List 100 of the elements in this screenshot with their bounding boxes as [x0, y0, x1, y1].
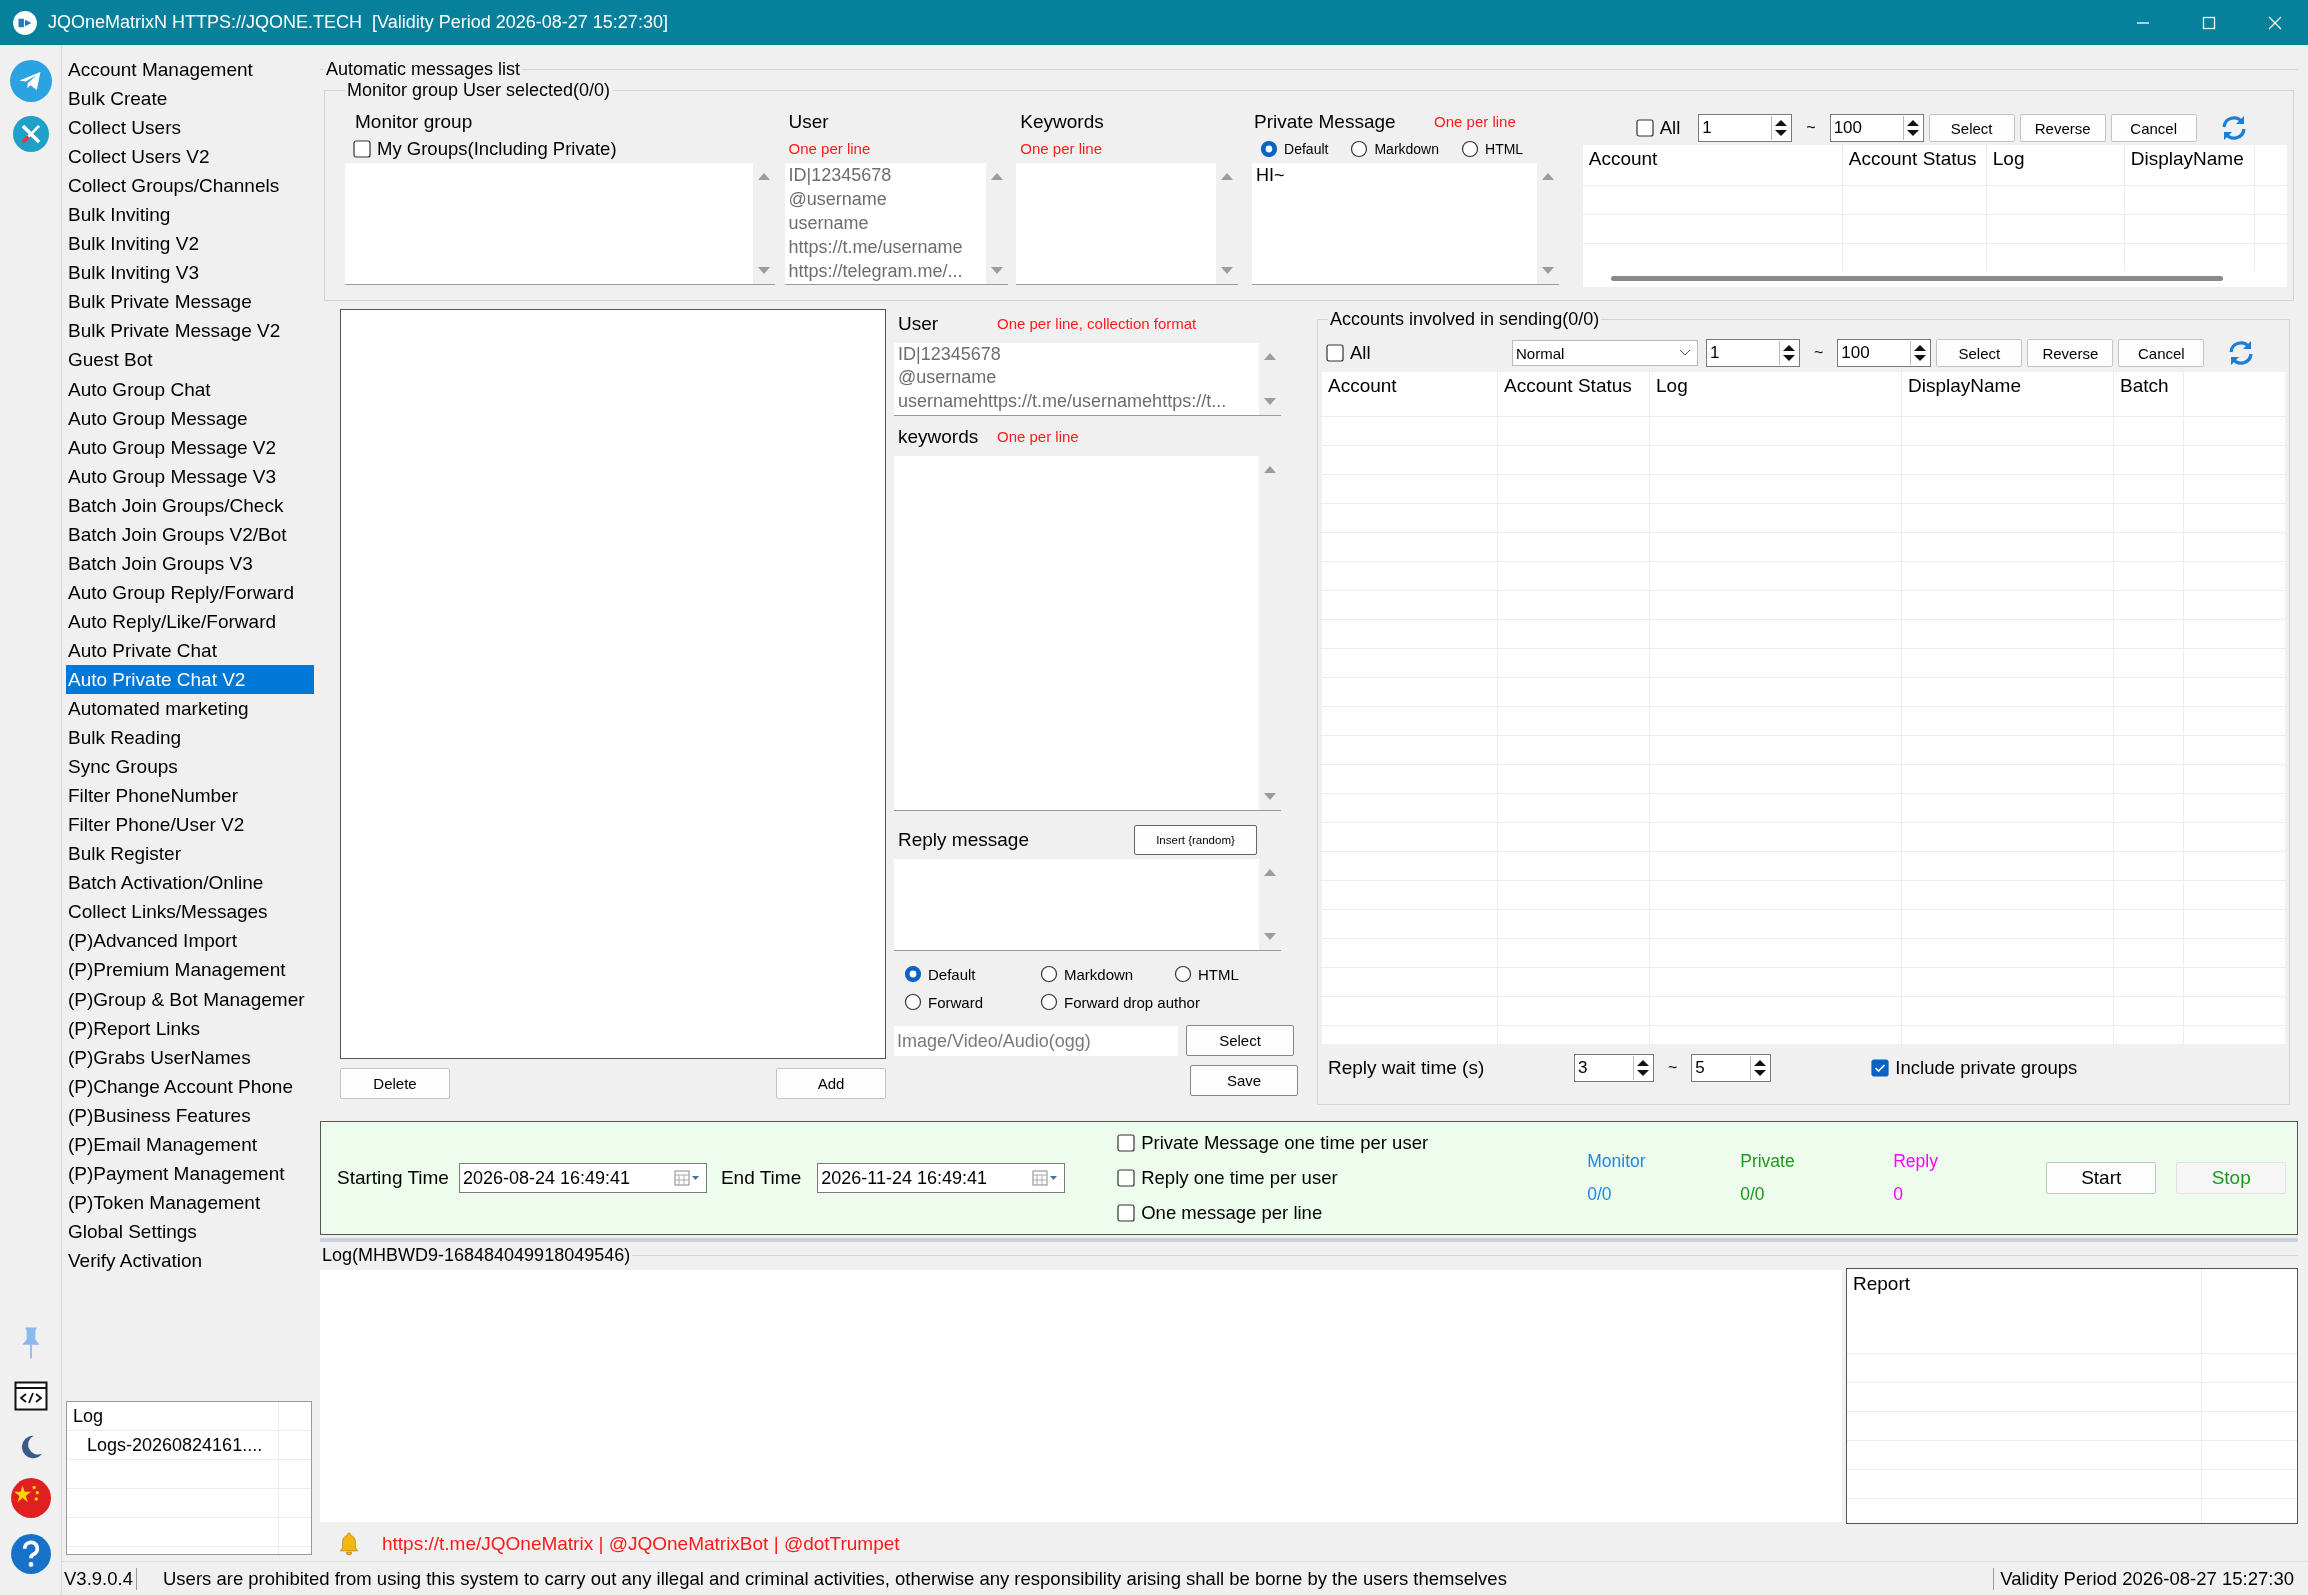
- action-button[interactable]: Select: [1928, 114, 2015, 142]
- number-field[interactable]: 5: [1691, 1054, 1772, 1082]
- sidebar-item[interactable]: Auto Group Reply/Forward: [66, 577, 314, 607]
- action-button[interactable]: Select: [1936, 339, 2023, 367]
- code-window-icon[interactable]: [13, 1381, 48, 1411]
- sidebar-item[interactable]: (P)Email Management: [66, 1129, 314, 1159]
- radio-button[interactable]: [1174, 965, 1192, 983]
- sidebar-item[interactable]: (P)Advanced Import: [66, 926, 314, 956]
- checkbox[interactable]: [1117, 1169, 1136, 1187]
- column-header[interactable]: Report: [1847, 1269, 2201, 1299]
- radio-button[interactable]: [1260, 140, 1279, 158]
- text-area[interactable]: HI~: [1252, 163, 1559, 285]
- sidebar-item[interactable]: Guest Bot: [66, 345, 314, 375]
- sidebar-item[interactable]: (P)Grabs UserNames: [66, 1042, 314, 1072]
- sidebar-item[interactable]: Auto Group Message V3: [66, 461, 314, 491]
- calendar-icon[interactable]: [1032, 1170, 1059, 1186]
- sidebar-item[interactable]: Account Management: [66, 55, 314, 85]
- number-field[interactable]: 100: [1829, 114, 1924, 142]
- column-header[interactable]: Log: [1986, 145, 2125, 185]
- paper-plane-icon[interactable]: [9, 60, 52, 102]
- column-header[interactable]: DisplayName: [1902, 372, 2114, 416]
- sidebar-item[interactable]: Auto Private Chat: [66, 635, 314, 665]
- column-header[interactable]: Account Status: [1842, 145, 1987, 185]
- column-header[interactable]: Account Status: [1498, 372, 1650, 416]
- sidebar-item[interactable]: Bulk Reading: [66, 723, 314, 753]
- checkbox[interactable]: [1117, 1204, 1136, 1222]
- action-button[interactable]: Reverse: [2027, 339, 2114, 367]
- sidebar-item[interactable]: Global Settings: [66, 1216, 314, 1246]
- sidebar-item[interactable]: Collect Groups/Channels: [66, 171, 314, 201]
- action-button[interactable]: Add: [776, 1068, 886, 1099]
- sidebar-item[interactable]: Batch Join Groups/Check: [66, 490, 314, 520]
- sidebar-item[interactable]: Bulk Inviting: [66, 200, 314, 230]
- sidebar-item[interactable]: Filter PhoneNumber: [66, 781, 314, 811]
- radio-button[interactable]: [1461, 140, 1480, 158]
- sidebar-item[interactable]: (P)Report Links: [66, 1013, 314, 1043]
- sidebar-item[interactable]: Bulk Create: [66, 84, 314, 114]
- column-header[interactable]: Account: [1582, 145, 1843, 185]
- radio-button[interactable]: [904, 965, 922, 983]
- checkbox[interactable]: [1871, 1059, 1890, 1077]
- number-field[interactable]: 1: [1698, 114, 1793, 142]
- column-header[interactable]: Account: [1322, 372, 1498, 416]
- action-button[interactable]: Start: [2046, 1162, 2157, 1194]
- sidebar-item[interactable]: Collect Users: [66, 113, 314, 143]
- action-button[interactable]: Delete: [340, 1068, 450, 1099]
- help-icon[interactable]: [9, 1533, 52, 1575]
- checkbox[interactable]: [1117, 1134, 1136, 1152]
- action-button[interactable]: Cancel: [2118, 339, 2205, 367]
- date-field[interactable]: 2026-11-24 16:49:41: [817, 1163, 1066, 1193]
- number-field[interactable]: 3: [1574, 1054, 1654, 1082]
- action-button[interactable]: Reverse: [2019, 114, 2106, 142]
- media-path-field[interactable]: Image/Video/Audio(ogg): [894, 1025, 1178, 1056]
- date-field[interactable]: 2026-08-24 16:49:41: [458, 1163, 707, 1193]
- sidebar-item[interactable]: Collect Users V2: [66, 142, 314, 172]
- number-field[interactable]: 100: [1837, 339, 1932, 367]
- flag-icon[interactable]: [9, 1477, 52, 1519]
- sidebar-item[interactable]: (P)Payment Management: [66, 1158, 314, 1188]
- sidebar-item[interactable]: Bulk Private Message: [66, 287, 314, 317]
- sidebar-item[interactable]: Bulk Inviting V3: [66, 258, 314, 288]
- column-header[interactable]: Log: [1650, 372, 1902, 416]
- radio-button[interactable]: [904, 993, 922, 1011]
- sidebar-item[interactable]: Sync Groups: [66, 752, 314, 782]
- action-button[interactable]: Cancel: [2110, 114, 2197, 142]
- radio-button[interactable]: [1350, 140, 1369, 158]
- sidebar-item[interactable]: Collect Links/Messages: [66, 897, 314, 927]
- sidebar-item[interactable]: (P)Change Account Phone: [66, 1071, 314, 1101]
- sidebar-item[interactable]: Bulk Inviting V2: [66, 229, 314, 259]
- scrollbar-thumb[interactable]: [1610, 276, 2223, 281]
- save-button[interactable]: Save: [1190, 1065, 1298, 1096]
- sidebar-item[interactable]: Verify Activation: [66, 1245, 314, 1275]
- log-list-item[interactable]: Logs-20260824161....: [67, 1431, 278, 1460]
- column-header[interactable]: DisplayName: [2124, 145, 2255, 185]
- sidebar-item[interactable]: Filter Phone/User V2: [66, 810, 314, 840]
- number-field[interactable]: 1: [1706, 339, 1800, 367]
- insert-button[interactable]: Insert {random}: [1134, 825, 1257, 855]
- sidebar-item[interactable]: Auto Group Message V2: [66, 432, 314, 462]
- checkbox[interactable]: [1635, 119, 1654, 137]
- sidebar-item[interactable]: Batch Join Groups V2/Bot: [66, 519, 314, 549]
- sidebar-item[interactable]: (P)Premium Management: [66, 955, 314, 985]
- mode-dropdown[interactable]: Normal: [1512, 340, 1698, 366]
- sidebar-item[interactable]: Automated marketing: [66, 694, 314, 724]
- sidebar-item[interactable]: (P)Business Features: [66, 1100, 314, 1130]
- text-area[interactable]: ID|12345678 @username usernamehttps://t.me/usernamehttps://t...: [894, 343, 1281, 416]
- radio-button[interactable]: [1040, 993, 1058, 1011]
- sidebar-item[interactable]: (P)Group & Bot Managemer: [66, 984, 314, 1014]
- sidebar-item[interactable]: (P)Token Management: [66, 1187, 314, 1217]
- text-area[interactable]: ID|12345678 @username username https://t.me/username https://telegram.me/...: [784, 163, 1009, 285]
- column-header[interactable]: Batch: [2114, 372, 2184, 416]
- sidebar-item[interactable]: Auto Group Message: [66, 403, 314, 433]
- bell-icon[interactable]: [338, 1531, 360, 1557]
- sidebar-item[interactable]: Bulk Register: [66, 839, 314, 869]
- sidebar-item[interactable]: Batch Activation/Online: [66, 868, 314, 898]
- sidebar-item[interactable]: Batch Join Groups V3: [66, 548, 314, 578]
- checkbox[interactable]: [353, 140, 371, 158]
- sidebar-item[interactable]: Auto Group Chat: [66, 374, 314, 404]
- tools-icon[interactable]: [12, 116, 49, 152]
- checkbox[interactable]: [1326, 344, 1344, 362]
- radio-button[interactable]: [1040, 965, 1058, 983]
- select-button[interactable]: Select: [1186, 1025, 1294, 1056]
- calendar-icon[interactable]: [673, 1170, 700, 1186]
- sidebar-item[interactable]: Bulk Private Message V2: [66, 316, 314, 346]
